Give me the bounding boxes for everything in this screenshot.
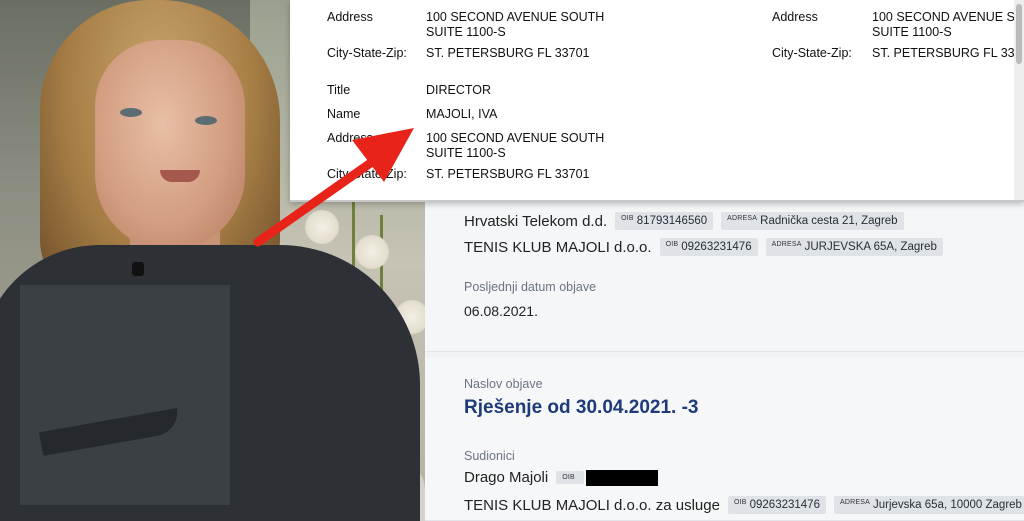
announcement-title-link[interactable]: Rješenje od 30.04.2021. -3 [464,397,698,419]
address-badge: ADRESA Radnička cesta 21, Zagreb [721,212,904,230]
oib-badge: OIB 09263231476 [727,496,826,514]
address-line: 100 SECOND AVENUE SOUTH [426,10,605,24]
date-label: Posljednji datum objave [464,280,597,294]
scrollbar-thumb[interactable] [1016,4,1022,64]
address-label: Address [327,131,373,145]
address-line: SUITE 1100-S [872,25,952,39]
title-value: DIRECTOR [426,83,492,97]
date-value: 06.08.2021. [464,303,538,319]
corporate-filing-document: Address 100 SECOND AVENUE SOUTH SUITE 11… [290,0,1024,202]
title-label: Naslov objave [464,377,543,391]
city-state-zip-value: ST. PETERSBURG FL 33701 [872,46,1024,60]
city-state-zip-value: ST. PETERSBURG FL 33701 [426,167,590,181]
address-line: 100 SECOND AVENUE SOUTH [426,131,605,145]
redaction-bar [585,469,658,486]
party-name[interactable]: TENIS KLUB MAJOLI d.o.o. [464,239,652,256]
oib-badge: OIB [556,471,584,484]
party-row: TENIS KLUB MAJOLI d.o.o. OIB 09263231476… [464,238,943,256]
address-label: Address [327,10,373,24]
address-label: Address [772,10,818,24]
address-badge: ADRESA JURJEVSKA 65A, Zagreb [765,238,943,256]
party-name[interactable]: Drago Majoli [464,469,548,486]
name-value: MAJOLI, IVA [426,107,498,121]
party-name[interactable]: TENIS KLUB MAJOLI d.o.o. za usluge [464,497,720,514]
orchid-flower [305,210,339,244]
lapel-microphone [132,262,144,276]
city-state-zip-label: City-State-Zip: [327,46,407,60]
orchid-flower [355,235,389,269]
city-state-zip-value: ST. PETERSBURG FL 33701 [426,46,590,60]
document-scrollbar[interactable] [1014,0,1024,200]
city-state-zip-label: City-State-Zip: [327,167,407,181]
person-face [95,40,245,250]
oib-badge: OIB 09263231476 [659,238,758,256]
address-line: SUITE 1100-S [426,146,506,160]
title-label: Title [327,83,351,97]
party-row: TENIS KLUB MAJOLI d.o.o. za usluge OIB 0… [464,496,1024,514]
address-line: 100 SECOND AVENUE SOUTH [872,10,1024,24]
oib-badge: OIB 81793146560 [615,212,714,230]
address-badge: ADRESA Jurjevska 65a, 10000 Zagreb [833,496,1024,514]
person-eye [195,116,217,125]
announcement-card: Naslov objave Rješenje od 30.04.2021. -3… [425,357,1024,521]
name-label: Name [327,107,361,121]
city-state-zip-label: City-State-Zip: [772,46,852,60]
address-line: SUITE 1100-S [426,25,506,39]
participants-label: Sudionici [464,449,515,463]
person-eye [120,108,142,117]
party-name[interactable]: Hrvatski Telekom d.d. [464,213,607,230]
party-row: Drago Majoli OIB [464,469,658,486]
party-row: Hrvatski Telekom d.d. OIB 81793146560 AD… [464,212,904,230]
